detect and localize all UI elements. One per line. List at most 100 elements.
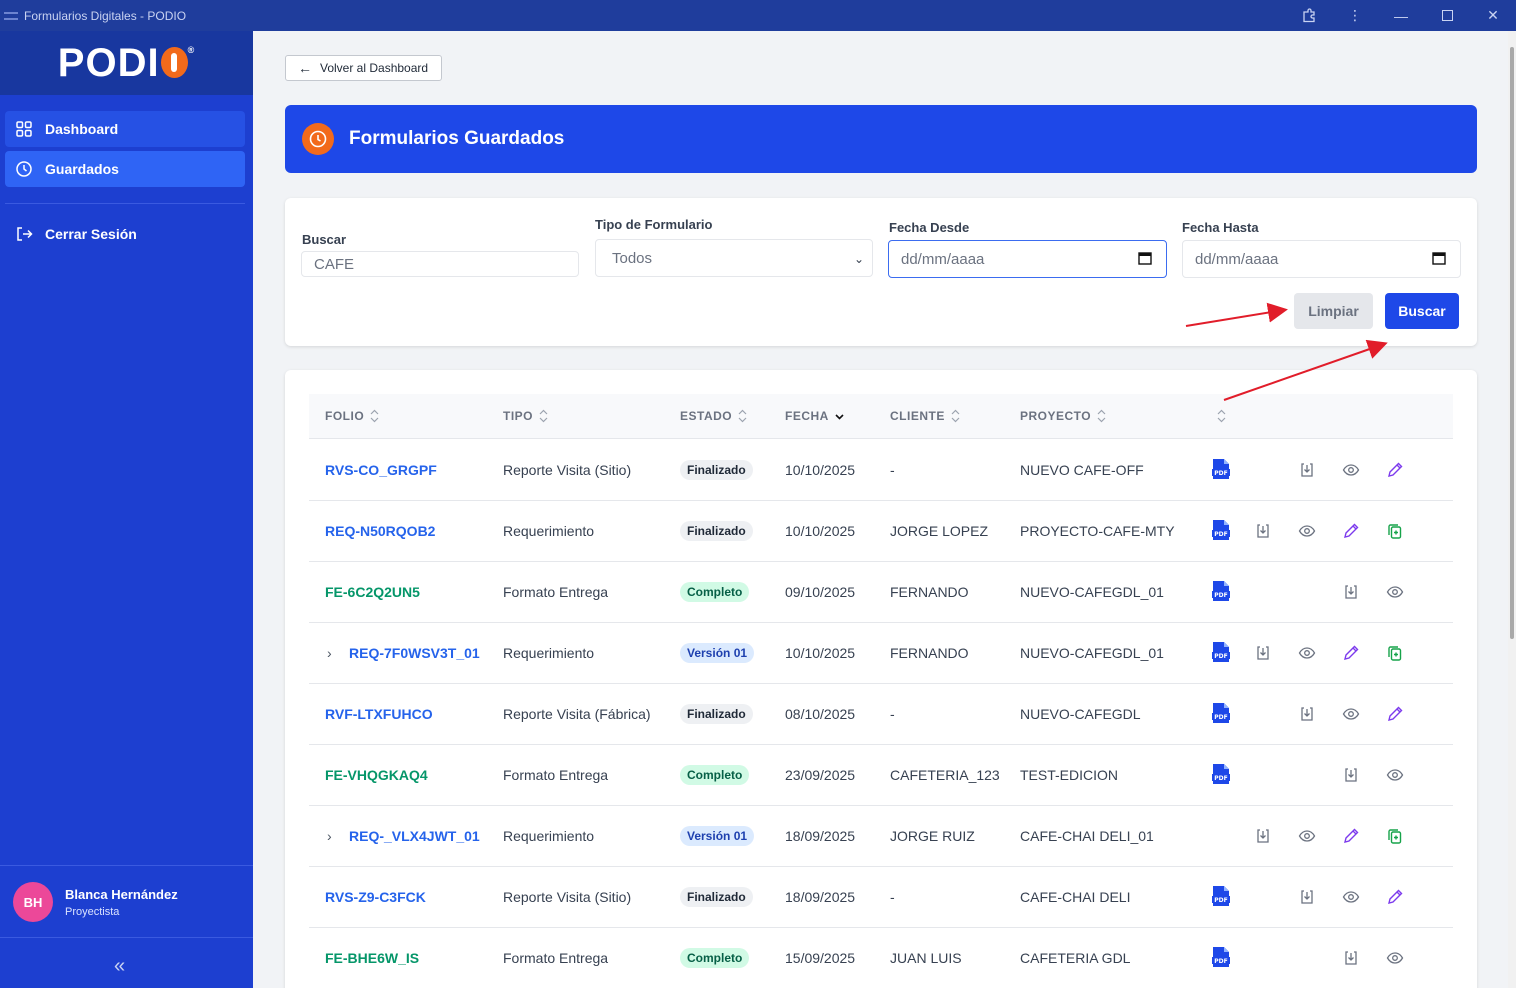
pdf-icon[interactable]: PDF [1211, 641, 1231, 663]
download-icon[interactable] [1298, 888, 1316, 906]
view-icon[interactable] [1298, 644, 1316, 662]
view-icon[interactable] [1386, 766, 1404, 784]
logout-icon [17, 227, 33, 241]
view-icon[interactable] [1298, 522, 1316, 540]
view-icon[interactable] [1298, 827, 1316, 845]
copy-icon[interactable] [1386, 522, 1404, 540]
folio-link[interactable]: RVF-LTXFUHCO [325, 706, 433, 722]
calendar-icon[interactable] [1138, 251, 1152, 265]
edit-icon[interactable] [1342, 827, 1360, 845]
fecha-cell: 23/09/2025 [785, 767, 856, 783]
download-icon[interactable] [1342, 583, 1360, 601]
download-icon[interactable] [1342, 766, 1360, 784]
view-icon[interactable] [1342, 461, 1360, 479]
folio-link[interactable]: FE-BHE6W_IS [325, 950, 419, 966]
folio-link[interactable]: RVS-CO_GRGPF [325, 462, 437, 478]
pdf-icon[interactable]: PDF [1211, 458, 1231, 480]
minimize-icon[interactable]: — [1378, 0, 1424, 31]
table-header: FOLIO TIPO ESTADO FECHA CLIENTE PROYECTO [309, 394, 1453, 439]
table-row: FE-VHQGKAQ4 Formato Entrega Completo 23/09/… [309, 745, 1453, 806]
sort-desc-icon [835, 414, 844, 420]
column-header-cliente[interactable]: CLIENTE [890, 409, 960, 423]
extensions-icon[interactable] [1286, 0, 1332, 31]
collapse-sidebar-icon[interactable]: « [114, 955, 125, 978]
status-badge: Versión 01 [680, 826, 755, 846]
edit-icon[interactable] [1386, 888, 1404, 906]
folio-link[interactable]: REQ-7F0WSV3T_01 [349, 645, 480, 661]
folio-link[interactable]: RVS-Z9-C3FCK [325, 889, 426, 905]
status-badge: Finalizado [680, 521, 753, 541]
pdf-icon[interactable]: PDF [1211, 946, 1231, 968]
download-icon[interactable] [1298, 461, 1316, 479]
column-header-folio[interactable]: FOLIO [325, 409, 379, 423]
user-role: Proyectista [65, 905, 120, 918]
download-icon[interactable] [1342, 949, 1360, 967]
view-icon[interactable] [1386, 949, 1404, 967]
page-title: Formularios Guardados [349, 128, 565, 149]
table-row: › REQ-_VLX4JWT_01 Requerimiento Versión 01 1… [309, 806, 1453, 867]
column-header-estado[interactable]: ESTADO [680, 409, 747, 423]
page-scrollbar[interactable] [1508, 31, 1516, 988]
svg-text:PDF: PDF [1214, 714, 1227, 721]
pdf-icon[interactable]: PDF [1211, 885, 1231, 907]
table-row: RVS-CO_GRGPF Reporte Visita (Sitio) Finali… [309, 440, 1453, 501]
expand-row-icon[interactable]: › [327, 645, 332, 661]
folio-link[interactable]: FE-VHQGKAQ4 [325, 767, 428, 783]
sidebar-item-dashboard[interactable]: Dashboard [5, 111, 245, 147]
sort-icon [1217, 409, 1226, 423]
download-icon[interactable] [1254, 522, 1272, 540]
download-icon[interactable] [1254, 644, 1272, 662]
form-type-label: Tipo de Formulario [595, 217, 713, 232]
proyecto-cell: PROYECTO-CAFE-MTY [1020, 523, 1175, 539]
calendar-icon[interactable] [1432, 251, 1446, 265]
avatar: BH [13, 882, 53, 922]
copy-icon[interactable] [1386, 644, 1404, 662]
date-to-input[interactable]: dd/mm/aaaa [1182, 240, 1461, 278]
download-icon[interactable] [1298, 705, 1316, 723]
column-header-fecha[interactable]: FECHA [785, 409, 844, 423]
logout-button[interactable]: Cerrar Sesión [15, 225, 137, 243]
clear-button[interactable]: Limpiar [1294, 293, 1373, 329]
view-icon[interactable] [1342, 888, 1360, 906]
scrollbar-thumb[interactable] [1510, 47, 1514, 639]
copy-icon[interactable] [1386, 827, 1404, 845]
column-header-proyecto[interactable]: PROYECTO [1020, 409, 1106, 423]
view-icon[interactable] [1342, 705, 1360, 723]
search-input[interactable]: CAFE [301, 251, 579, 277]
folio-link[interactable]: REQ-_VLX4JWT_01 [349, 828, 480, 844]
cliente-cell: - [890, 706, 895, 722]
fecha-cell: 10/10/2025 [785, 523, 856, 539]
column-header-documents[interactable] [1211, 409, 1226, 423]
expand-row-icon[interactable]: › [327, 828, 332, 844]
download-icon[interactable] [1254, 827, 1272, 845]
edit-icon[interactable] [1386, 705, 1404, 723]
close-window-icon[interactable]: ✕ [1470, 0, 1516, 31]
maximize-icon[interactable] [1424, 0, 1470, 31]
search-button[interactable]: Buscar [1385, 293, 1459, 329]
back-to-dashboard-button[interactable]: ← Volver al Dashboard [285, 55, 442, 81]
view-icon[interactable] [1386, 583, 1404, 601]
form-type-select[interactable]: Todos ⌄ [595, 239, 873, 277]
sidebar-item-guardados[interactable]: Guardados [5, 151, 245, 187]
sort-icon [370, 409, 379, 423]
tipo-cell: Formato Entrega [503, 584, 609, 600]
more-options-icon[interactable]: ⋮ [1332, 0, 1378, 31]
edit-icon[interactable] [1342, 644, 1360, 662]
user-profile[interactable]: BH Blanca Hernández Proyectista [13, 882, 178, 922]
fecha-cell: 10/10/2025 [785, 462, 856, 478]
column-header-tipo[interactable]: TIPO [503, 409, 548, 423]
pdf-icon[interactable]: PDF [1211, 763, 1231, 785]
folio-link[interactable]: FE-6C2Q2UN5 [325, 584, 420, 600]
date-from-label: Fecha Desde [889, 220, 970, 235]
edit-icon[interactable] [1386, 461, 1404, 479]
folio-link[interactable]: REQ-N50RQOB2 [325, 523, 435, 539]
pdf-icon[interactable]: PDF [1211, 580, 1231, 602]
status-badge: Completo [680, 582, 750, 602]
table-row: › REQ-7F0WSV3T_01 Requerimiento Versión 01 1… [309, 623, 1453, 684]
cliente-cell: JORGE LOPEZ [890, 523, 989, 539]
sidebar: PODI ® Dashboard Guardados Cerrar Sesión … [0, 31, 253, 988]
pdf-icon[interactable]: PDF [1211, 702, 1231, 724]
pdf-icon[interactable]: PDF [1211, 519, 1231, 541]
edit-icon[interactable] [1342, 522, 1360, 540]
date-from-input[interactable]: dd/mm/aaaa [888, 240, 1167, 278]
